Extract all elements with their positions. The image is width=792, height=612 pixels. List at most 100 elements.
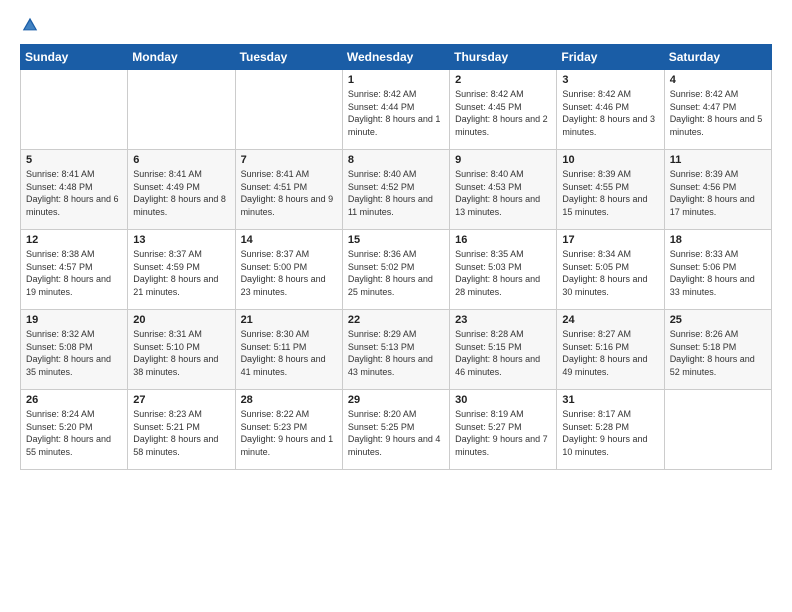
- day-number: 5: [26, 154, 122, 166]
- calendar-cell: 27Sunrise: 8:23 AMSunset: 5:21 PMDayligh…: [128, 390, 235, 470]
- cell-info: Sunrise: 8:42 AMSunset: 4:46 PMDaylight:…: [562, 88, 658, 138]
- day-number: 22: [348, 314, 444, 326]
- day-number: 8: [348, 154, 444, 166]
- logo-icon: [21, 16, 39, 34]
- calendar-cell: 7 Sunrise: 8:41 AMSunset: 4:51 PMDaylight…: [235, 150, 342, 230]
- cell-info: Sunrise: 8:39 AMSunset: 4:55 PMDaylight:…: [562, 168, 658, 218]
- header-friday: Friday: [557, 45, 664, 70]
- day-number: 20: [133, 314, 229, 326]
- cell-info: Sunrise: 8:20 AMSunset: 5:25 PMDaylight:…: [348, 408, 444, 458]
- day-number: 21: [241, 314, 337, 326]
- day-number: 17: [562, 234, 658, 246]
- calendar-cell: 28 Sunrise: 8:22 AMSunset: 5:23 PMDayligh…: [235, 390, 342, 470]
- day-number: 28: [241, 394, 337, 406]
- day-number: 30: [455, 394, 551, 406]
- calendar-cell: 20 Sunrise: 8:31 AMSunset: 5:10 PMDayligh…: [128, 310, 235, 390]
- calendar-cell: 30 Sunrise: 8:19 AMSunset: 5:27 PMDayligh…: [450, 390, 557, 470]
- day-number: 10: [562, 154, 658, 166]
- cell-info: Sunrise: 8:42 AMSunset: 4:45 PMDaylight:…: [455, 88, 551, 138]
- cell-info: Sunrise: 8:38 AMSunset: 4:57 PMDaylight:…: [26, 248, 122, 298]
- calendar-cell: 23 Sunrise: 8:28 AMSunset: 5:15 PMDayligh…: [450, 310, 557, 390]
- day-number: 6: [133, 154, 229, 166]
- header-thursday: Thursday: [450, 45, 557, 70]
- day-number: 24: [562, 314, 658, 326]
- day-number: 26: [26, 394, 122, 406]
- day-number: 29: [348, 394, 444, 406]
- calendar-cell: [21, 70, 128, 150]
- calendar-cell: [128, 70, 235, 150]
- cell-info: Sunrise: 8:31 AMSunset: 5:10 PMDaylight:…: [133, 328, 229, 378]
- calendar-cell: 22 Sunrise: 8:29 AMSunset: 5:13 PMDayligh…: [342, 310, 449, 390]
- calendar-cell: 11Sunrise: 8:39 AMSunset: 4:56 PMDayligh…: [664, 150, 771, 230]
- calendar-cell: 26 Sunrise: 8:24 AMSunset: 5:20 PMDayligh…: [21, 390, 128, 470]
- cell-info: Sunrise: 8:26 AMSunset: 5:18 PMDaylight:…: [670, 328, 766, 378]
- calendar-cell: 18 Sunrise: 8:33 AMSunset: 5:06 PMDayligh…: [664, 230, 771, 310]
- calendar-cell: 24 Sunrise: 8:27 AMSunset: 5:16 PMDayligh…: [557, 310, 664, 390]
- calendar-cell: 14Sunrise: 8:37 AMSunset: 5:00 PMDayligh…: [235, 230, 342, 310]
- day-number: 11: [670, 154, 766, 166]
- calendar-cell: 16 Sunrise: 8:35 AMSunset: 5:03 PMDayligh…: [450, 230, 557, 310]
- calendar-header-row: SundayMondayTuesdayWednesdayThursdayFrid…: [21, 45, 772, 70]
- cell-info: Sunrise: 8:24 AMSunset: 5:20 PMDaylight:…: [26, 408, 122, 458]
- week-row-2: 5Sunrise: 8:41 AMSunset: 4:48 PMDaylight…: [21, 150, 772, 230]
- calendar-cell: 25 Sunrise: 8:26 AMSunset: 5:18 PMDayligh…: [664, 310, 771, 390]
- calendar-cell: 10 Sunrise: 8:39 AMSunset: 4:55 PMDayligh…: [557, 150, 664, 230]
- calendar-cell: 19 Sunrise: 8:32 AMSunset: 5:08 PMDayligh…: [21, 310, 128, 390]
- calendar-cell: 12 Sunrise: 8:38 AMSunset: 4:57 PMDayligh…: [21, 230, 128, 310]
- calendar-cell: 15 Sunrise: 8:36 AMSunset: 5:02 PMDayligh…: [342, 230, 449, 310]
- cell-info: Sunrise: 8:42 AMSunset: 4:44 PMDaylight:…: [348, 88, 444, 138]
- day-number: 15: [348, 234, 444, 246]
- week-row-5: 26 Sunrise: 8:24 AMSunset: 5:20 PMDayligh…: [21, 390, 772, 470]
- cell-info: Sunrise: 8:27 AMSunset: 5:16 PMDaylight:…: [562, 328, 658, 378]
- week-row-3: 12 Sunrise: 8:38 AMSunset: 4:57 PMDayligh…: [21, 230, 772, 310]
- cell-info: Sunrise: 8:32 AMSunset: 5:08 PMDaylight:…: [26, 328, 122, 378]
- cell-info: Sunrise: 8:22 AMSunset: 5:23 PMDaylight:…: [241, 408, 337, 458]
- day-number: 14: [241, 234, 337, 246]
- calendar-cell: 5Sunrise: 8:41 AMSunset: 4:48 PMDaylight…: [21, 150, 128, 230]
- day-number: 18: [670, 234, 766, 246]
- header-monday: Monday: [128, 45, 235, 70]
- day-number: 16: [455, 234, 551, 246]
- day-number: 13: [133, 234, 229, 246]
- day-number: 25: [670, 314, 766, 326]
- calendar-cell: [235, 70, 342, 150]
- header: [20, 16, 772, 34]
- cell-info: Sunrise: 8:34 AMSunset: 5:05 PMDaylight:…: [562, 248, 658, 298]
- cell-info: Sunrise: 8:33 AMSunset: 5:06 PMDaylight:…: [670, 248, 766, 298]
- calendar-cell: 2Sunrise: 8:42 AMSunset: 4:45 PMDaylight…: [450, 70, 557, 150]
- logo: [20, 16, 40, 34]
- calendar-cell: 8 Sunrise: 8:40 AMSunset: 4:52 PMDaylight…: [342, 150, 449, 230]
- week-row-4: 19 Sunrise: 8:32 AMSunset: 5:08 PMDayligh…: [21, 310, 772, 390]
- cell-info: Sunrise: 8:40 AMSunset: 4:53 PMDaylight:…: [455, 168, 551, 218]
- cell-info: Sunrise: 8:36 AMSunset: 5:02 PMDaylight:…: [348, 248, 444, 298]
- cell-info: Sunrise: 8:41 AMSunset: 4:51 PMDaylight:…: [241, 168, 337, 218]
- day-number: 12: [26, 234, 122, 246]
- calendar-cell: 3 Sunrise: 8:42 AMSunset: 4:46 PMDaylight…: [557, 70, 664, 150]
- header-tuesday: Tuesday: [235, 45, 342, 70]
- calendar-cell: 4Sunrise: 8:42 AMSunset: 4:47 PMDaylight…: [664, 70, 771, 150]
- day-number: 23: [455, 314, 551, 326]
- calendar-cell: 13 Sunrise: 8:37 AMSunset: 4:59 PMDayligh…: [128, 230, 235, 310]
- calendar-cell: 6Sunrise: 8:41 AMSunset: 4:49 PMDaylight…: [128, 150, 235, 230]
- calendar-cell: 29 Sunrise: 8:20 AMSunset: 5:25 PMDayligh…: [342, 390, 449, 470]
- day-number: 1: [348, 74, 444, 86]
- cell-info: Sunrise: 8:28 AMSunset: 5:15 PMDaylight:…: [455, 328, 551, 378]
- calendar-cell: [664, 390, 771, 470]
- day-number: 4: [670, 74, 766, 86]
- day-number: 7: [241, 154, 337, 166]
- day-number: 19: [26, 314, 122, 326]
- cell-info: Sunrise: 8:30 AMSunset: 5:11 PMDaylight:…: [241, 328, 337, 378]
- cell-info: Sunrise: 8:37 AMSunset: 4:59 PMDaylight:…: [133, 248, 229, 298]
- cell-info: Sunrise: 8:23 AMSunset: 5:21 PMDaylight:…: [133, 408, 229, 458]
- calendar-cell: 17 Sunrise: 8:34 AMSunset: 5:05 PMDayligh…: [557, 230, 664, 310]
- cell-info: Sunrise: 8:29 AMSunset: 5:13 PMDaylight:…: [348, 328, 444, 378]
- day-number: 31: [562, 394, 658, 406]
- cell-info: Sunrise: 8:19 AMSunset: 5:27 PMDaylight:…: [455, 408, 551, 458]
- calendar-cell: 21 Sunrise: 8:30 AMSunset: 5:11 PMDayligh…: [235, 310, 342, 390]
- calendar-cell: 31Sunrise: 8:17 AMSunset: 5:28 PMDayligh…: [557, 390, 664, 470]
- calendar-table: SundayMondayTuesdayWednesdayThursdayFrid…: [20, 44, 772, 470]
- cell-info: Sunrise: 8:40 AMSunset: 4:52 PMDaylight:…: [348, 168, 444, 218]
- day-number: 3: [562, 74, 658, 86]
- cell-info: Sunrise: 8:35 AMSunset: 5:03 PMDaylight:…: [455, 248, 551, 298]
- day-number: 9: [455, 154, 551, 166]
